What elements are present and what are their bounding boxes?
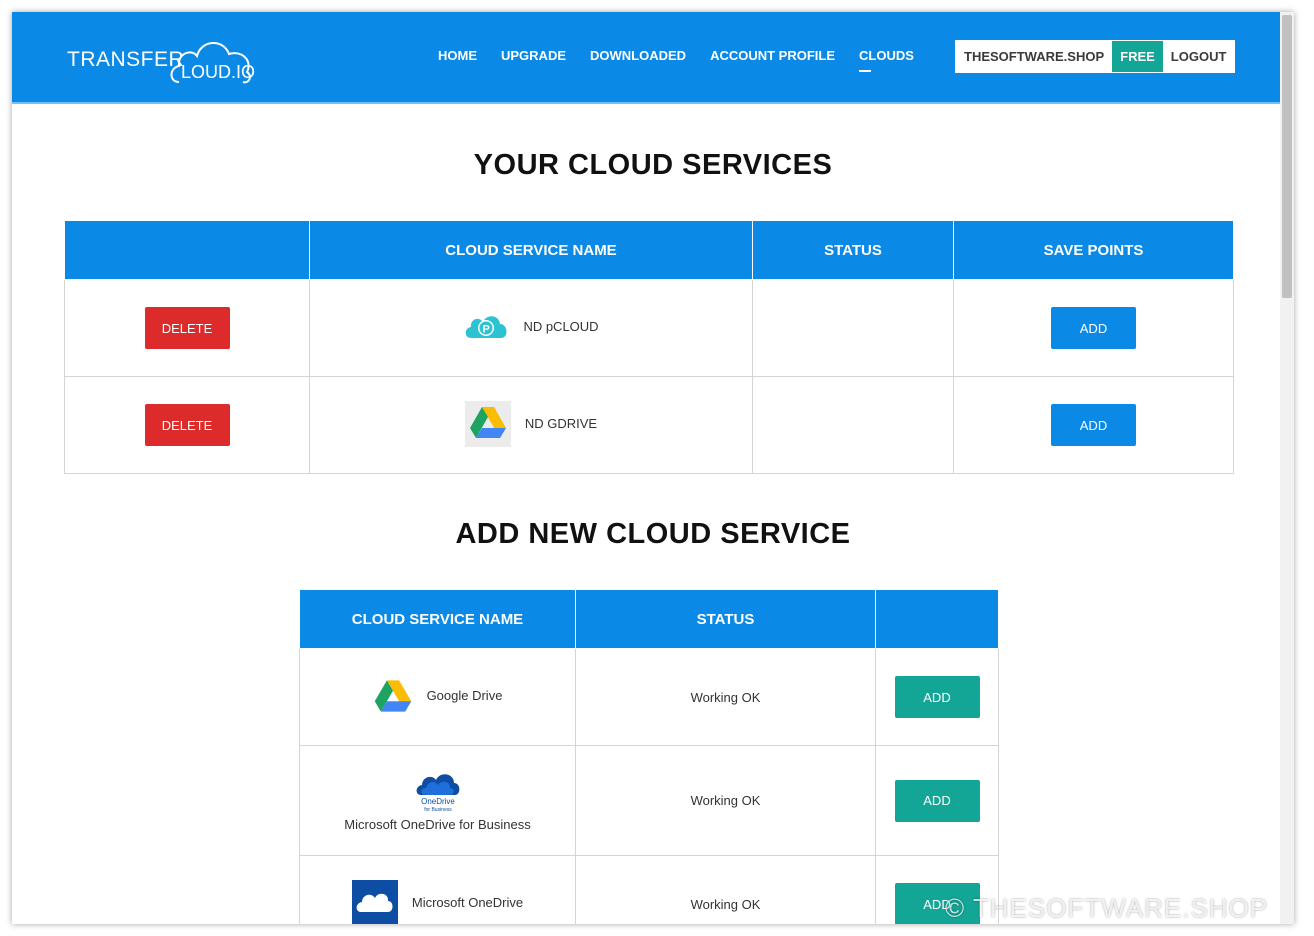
site-logo[interactable]: TRANSFER LOUD.IO xyxy=(67,26,257,90)
table-row: OneDrive for Business Microsoft OneDrive… xyxy=(299,745,999,856)
your-services-title: YOUR CLOUD SERVICES xyxy=(473,149,833,181)
status-cell: Working OK xyxy=(575,855,876,924)
nav-downloaded[interactable]: DOWNLOADED xyxy=(590,48,686,63)
service-label: OneDrive for Business Microsoft OneDrive… xyxy=(344,769,531,832)
save-points-cell: ADD xyxy=(953,279,1234,377)
service-name-cell: Microsoft OneDrive xyxy=(299,855,576,924)
nav-upgrade[interactable]: UPGRADE xyxy=(501,48,566,63)
user-box: THESOFTWARE.SHOP FREE LOGOUT xyxy=(955,40,1236,73)
add-save-point-button[interactable]: ADD xyxy=(1051,404,1136,446)
save-points-cell: ADD xyxy=(953,376,1234,474)
status-cell xyxy=(752,279,954,377)
main-nav: HOME UPGRADE DOWNLOADED ACCOUNT PROFILE … xyxy=(438,48,914,72)
pcloud-icon: P xyxy=(466,315,507,338)
delete-cell: DELETE xyxy=(64,376,310,474)
add-services-table: CLOUD SERVICE NAME STATUS Google Drive W… xyxy=(299,589,999,924)
service-label: Microsoft OneDrive xyxy=(351,879,524,924)
column-header-action xyxy=(875,589,999,649)
scrollbar-thumb[interactable] xyxy=(1282,15,1292,298)
scrollbar[interactable] xyxy=(1280,12,1294,924)
table-header-row: CLOUD SERVICE NAME STATUS xyxy=(299,589,999,649)
table-row: DELETE ND GDRIVE ADD xyxy=(64,376,1234,474)
action-cell: ADD xyxy=(875,745,999,856)
svg-text:for Business: for Business xyxy=(424,807,452,813)
table-row: DELETE P ND pCLOUD ADD xyxy=(64,279,1234,377)
add-services-title: ADD NEW CLOUD SERVICE xyxy=(455,518,851,550)
nav-account-profile[interactable]: ACCOUNT PROFILE xyxy=(710,48,835,63)
action-cell: ADD xyxy=(875,648,999,746)
add-service-button[interactable]: ADD xyxy=(894,676,980,718)
service-label: ND GDRIVE xyxy=(464,400,598,447)
your-services-table: CLOUD SERVICE NAME STATUS SAVE POINTS DE… xyxy=(64,220,1234,474)
onedrive-icon xyxy=(351,879,398,924)
nav-clouds[interactable]: CLOUDS xyxy=(859,48,914,72)
delete-button[interactable]: DELETE xyxy=(144,307,230,349)
column-header xyxy=(64,220,310,280)
logout-button[interactable]: LOGOUT xyxy=(1163,41,1235,72)
service-name: Microsoft OneDrive xyxy=(411,895,524,910)
browser-viewport: TRANSFER LOUD.IO HOME UPGRADE DOWNLOADED… xyxy=(12,12,1294,924)
column-header-status: STATUS xyxy=(752,220,954,280)
plan-badge: FREE xyxy=(1112,41,1163,72)
delete-cell: DELETE xyxy=(64,279,310,377)
onedrive-business-icon: OneDrive for Business xyxy=(416,774,459,813)
service-name-cell: OneDrive for Business Microsoft OneDrive… xyxy=(299,745,576,856)
status-cell: Working OK xyxy=(575,745,876,856)
service-name: Google Drive xyxy=(426,688,503,703)
svg-text:P: P xyxy=(483,323,490,335)
column-header-name: CLOUD SERVICE NAME xyxy=(309,220,753,280)
service-name: ND pCLOUD xyxy=(523,319,599,334)
nav-home[interactable]: HOME xyxy=(438,48,477,63)
status-cell xyxy=(752,376,954,474)
delete-button[interactable]: DELETE xyxy=(144,404,230,446)
service-label: P ND pCLOUD xyxy=(463,312,599,342)
add-save-point-button[interactable]: ADD xyxy=(1051,307,1136,349)
service-name-cell: ND GDRIVE xyxy=(309,376,753,474)
svg-text:LOUD.IO: LOUD.IO xyxy=(181,62,255,82)
service-name-cell: Google Drive xyxy=(299,648,576,746)
svg-text:OneDrive: OneDrive xyxy=(421,797,455,806)
column-header-save-points: SAVE POINTS xyxy=(953,220,1234,280)
column-header-status: STATUS xyxy=(575,589,876,649)
service-label: Google Drive xyxy=(373,678,503,714)
table-header-row: CLOUD SERVICE NAME STATUS SAVE POINTS xyxy=(64,220,1234,280)
service-name: ND GDRIVE xyxy=(524,416,598,431)
add-service-button[interactable]: ADD xyxy=(894,779,980,822)
google-drive-icon xyxy=(374,679,411,712)
site-header: TRANSFER LOUD.IO HOME UPGRADE DOWNLOADED… xyxy=(12,12,1292,104)
table-row: Microsoft OneDrive Working OK ADD xyxy=(299,855,999,924)
service-name-cell: P ND pCLOUD xyxy=(309,279,753,377)
status-cell: Working OK xyxy=(575,648,876,746)
google-drive-icon xyxy=(464,400,511,447)
watermark: © THESOFTWARE.SHOP xyxy=(945,893,1269,923)
table-row: Google Drive Working OK ADD xyxy=(299,648,999,746)
logo-cloud-icon: LOUD.IO xyxy=(170,42,255,84)
service-name: Microsoft OneDrive for Business xyxy=(344,817,531,832)
column-header-name: CLOUD SERVICE NAME xyxy=(299,589,576,649)
username[interactable]: THESOFTWARE.SHOP xyxy=(956,41,1112,72)
